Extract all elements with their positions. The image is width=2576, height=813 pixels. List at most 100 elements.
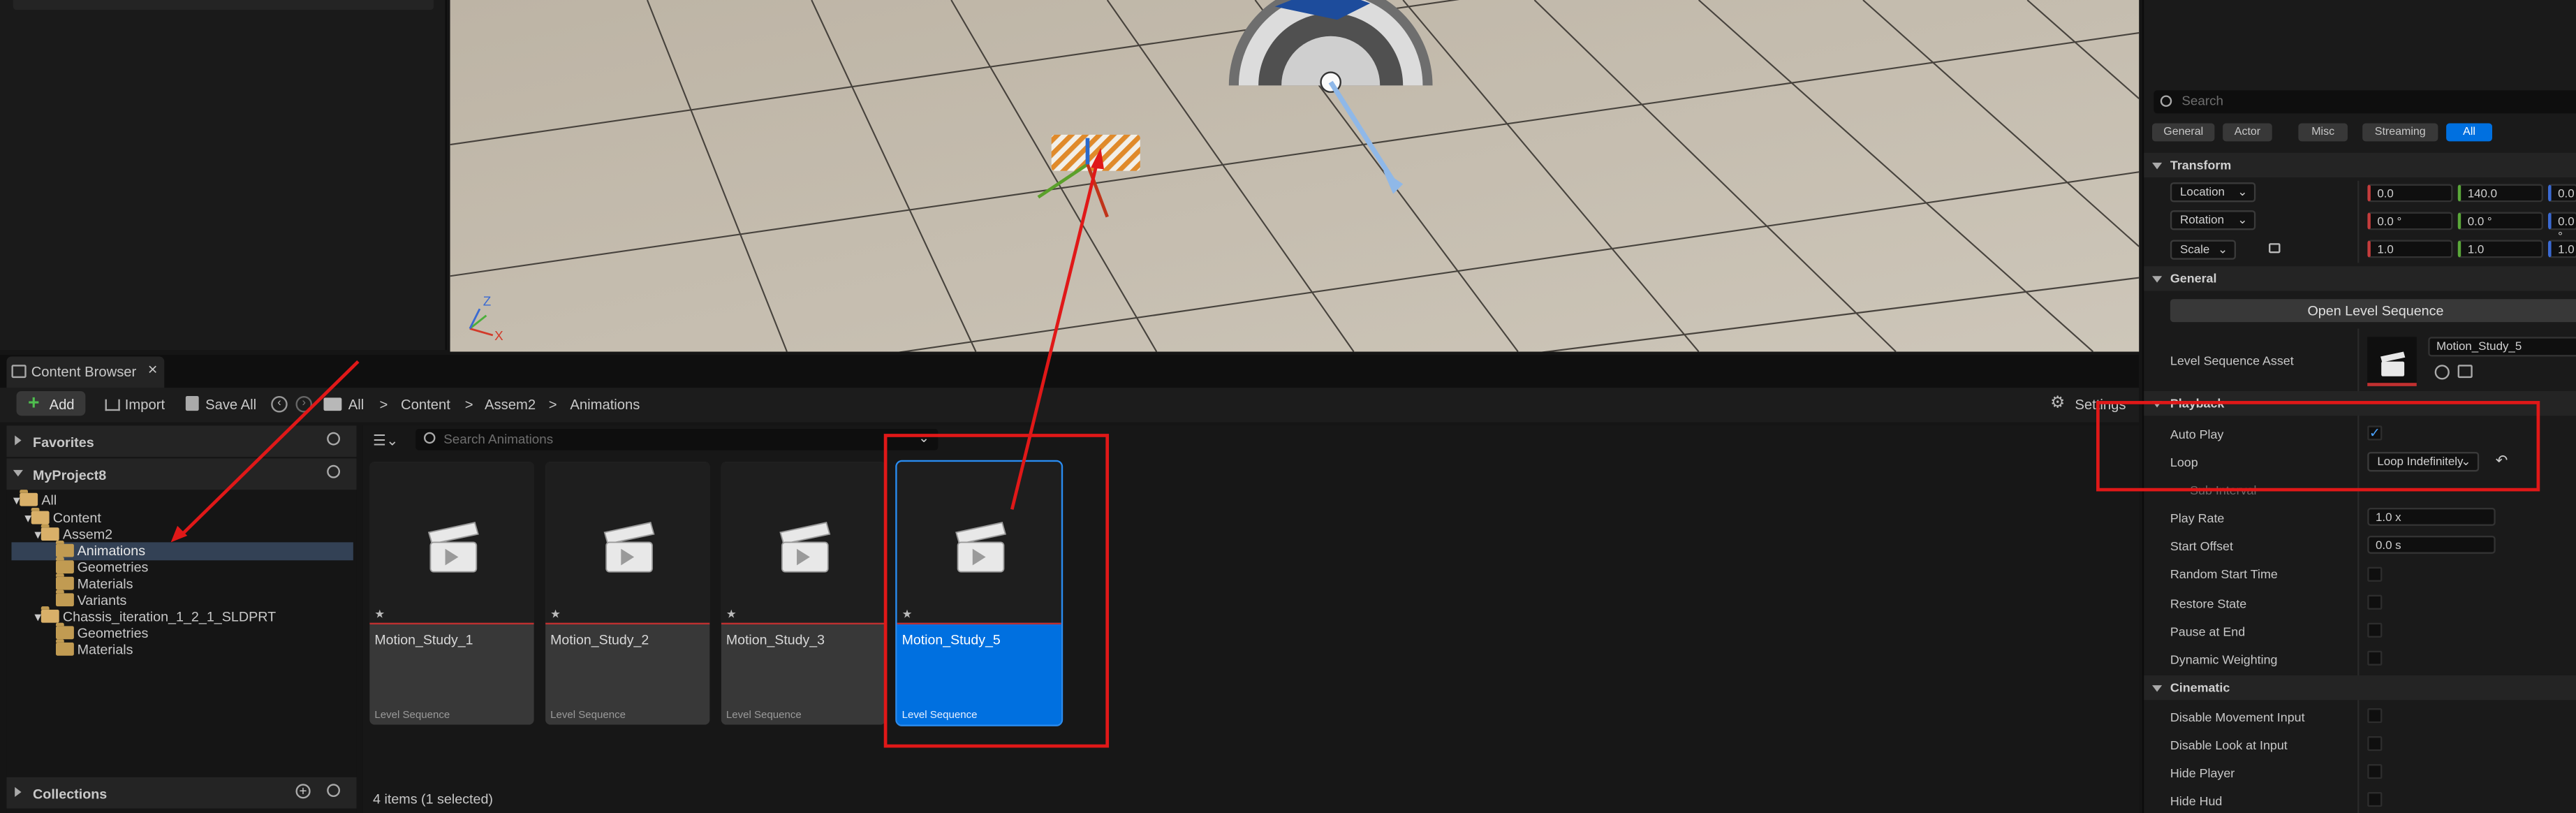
random-start-checkbox[interactable] xyxy=(2367,566,2383,582)
open-level-sequence-button[interactable]: Open Level Sequence xyxy=(2170,299,2576,323)
hide-player-checkbox[interactable] xyxy=(2367,763,2383,779)
tree-item-materials[interactable]: Materials xyxy=(55,639,133,657)
breadcrumb-content[interactable]: Content xyxy=(401,396,450,413)
plus-icon: + xyxy=(27,390,40,414)
dynamic-weighting-checkbox[interactable] xyxy=(2367,650,2383,666)
general-section[interactable]: General xyxy=(2144,266,2576,291)
chevron-down-icon[interactable]: ⌄ xyxy=(918,430,929,445)
tree-item-materials[interactable]: Materials xyxy=(55,573,133,592)
use-selected-icon[interactable] xyxy=(2434,365,2450,380)
tree-item-animations[interactable]: Animations xyxy=(55,541,145,559)
disable-look-checkbox[interactable] xyxy=(2367,736,2383,752)
settings-gear-icon[interactable]: ⚙ xyxy=(2050,395,2065,413)
import-button[interactable]: Import xyxy=(125,396,165,413)
scale-z[interactable]: 1.0 xyxy=(2548,240,2576,258)
hide-hud-checkbox[interactable] xyxy=(2367,791,2383,807)
play-rate-field[interactable]: 1.0 x xyxy=(2367,507,2496,526)
scale-x[interactable]: 1.0 xyxy=(2367,240,2453,258)
location-y[interactable]: 140.0 xyxy=(2457,184,2543,203)
tree-item-chassis[interactable]: ▾ Chassis_iteration_1_2_1_SLDPRT xyxy=(34,606,276,624)
project-header[interactable]: MyProject8 xyxy=(6,458,357,490)
tree-item-geometries[interactable]: Geometries xyxy=(55,622,148,641)
filter-all[interactable]: All xyxy=(2446,123,2493,142)
breadcrumb-assem2[interactable]: Assem2 xyxy=(485,396,536,413)
hide-hud-label: Hide Hud xyxy=(2170,793,2223,809)
location-dropdown[interactable]: Location ⌄ xyxy=(2170,182,2256,203)
lock-icon[interactable] xyxy=(2269,243,2281,254)
settings-button[interactable]: Settings xyxy=(2075,396,2126,413)
breadcrumb-sep: > xyxy=(548,395,557,413)
level-sequence-asset-picker[interactable]: Motion_Study_5 xyxy=(2428,337,2576,357)
add-button[interactable]: + Add xyxy=(16,390,86,416)
tree-item-all[interactable]: ▾ All xyxy=(13,490,57,508)
asset-name: Motion_Study_5 xyxy=(901,631,1001,647)
filter-misc[interactable]: Misc xyxy=(2298,123,2348,142)
details-search-input[interactable]: Search xyxy=(2154,90,2576,114)
location-z[interactable]: 0.0 xyxy=(2548,184,2576,203)
filter-actor[interactable]: Actor xyxy=(2223,123,2272,142)
asset-search-input[interactable]: Search Animations ⌄ xyxy=(415,429,939,451)
rotation-x[interactable]: 0.0 ° xyxy=(2367,212,2453,230)
add-collection-icon[interactable]: + xyxy=(295,784,311,799)
favorite-star-icon[interactable]: ★ xyxy=(374,608,385,621)
level-viewport[interactable]: Z X xyxy=(450,0,2140,352)
search-icon[interactable] xyxy=(327,432,341,446)
disable-look-label: Disable Look at Input xyxy=(2170,738,2288,753)
expand-arrow-icon[interactable] xyxy=(15,435,22,446)
asset-tile[interactable]: ★ Motion_Study_1 Level Sequence xyxy=(369,462,534,725)
favorite-star-icon[interactable]: ★ xyxy=(902,608,913,621)
rotation-label: Rotation xyxy=(2180,212,2225,227)
content-browser-tab[interactable]: Content Browser × xyxy=(6,356,165,388)
start-offset-field[interactable]: 0.0 s xyxy=(2367,535,2496,554)
search-icon[interactable] xyxy=(327,464,341,478)
filter-streaming[interactable]: Streaming xyxy=(2362,123,2438,142)
collections-header[interactable]: Collections + xyxy=(6,777,357,809)
dynamic-weighting-label: Dynamic Weighting xyxy=(2170,652,2278,668)
asset-tile[interactable]: ★ Motion_Study_2 Level Sequence xyxy=(545,462,710,725)
chevron-down-icon: ⌄ xyxy=(2237,212,2248,227)
history-forward-icon[interactable]: › xyxy=(295,395,313,413)
asset-name: Motion_Study_2 xyxy=(550,631,649,647)
auto-play-label: Auto Play xyxy=(2170,427,2224,442)
collections-label: Collections xyxy=(33,785,108,803)
loop-dropdown[interactable]: Loop Indefinitely ⌄ xyxy=(2367,451,2480,472)
reset-to-default-icon[interactable]: ↶ xyxy=(2496,452,2508,470)
outliner-row[interactable] xyxy=(13,0,434,10)
auto-play-checkbox[interactable]: ✓ xyxy=(2367,425,2383,441)
tree-item-variants[interactable]: Variants xyxy=(55,589,126,608)
history-back-icon[interactable]: ‹ xyxy=(271,395,288,413)
viewport-scene xyxy=(450,0,2140,352)
save-all-button[interactable]: Save All xyxy=(205,396,256,413)
close-tab-icon[interactable]: × xyxy=(148,362,158,380)
expand-arrow-icon[interactable] xyxy=(15,786,22,798)
scale-dropdown[interactable]: Scale ⌄ xyxy=(2170,240,2236,260)
location-x[interactable]: 0.0 xyxy=(2367,184,2453,203)
asset-search-placeholder: Search Animations xyxy=(443,432,554,447)
cinematic-section[interactable]: Cinematic xyxy=(2144,675,2576,701)
collapse-arrow-icon[interactable] xyxy=(13,469,23,477)
tree-item-assem2[interactable]: ▾ Assem2 xyxy=(34,524,112,542)
rotation-z[interactable]: 0.0 ° xyxy=(2548,212,2576,243)
search-icon[interactable] xyxy=(327,784,341,798)
rotation-dropdown[interactable]: Rotation ⌄ xyxy=(2170,210,2256,230)
disable-movement-checkbox[interactable] xyxy=(2367,708,2383,724)
asset-tile-selected[interactable]: ★ Motion_Study_5 Level Sequence xyxy=(895,460,1063,726)
favorites-header[interactable]: Favorites xyxy=(6,425,357,457)
scale-y[interactable]: 1.0 xyxy=(2457,240,2543,258)
filter-icon[interactable]: ☰⌄ xyxy=(373,432,399,451)
asset-tile[interactable]: ★ Motion_Study_3 Level Sequence xyxy=(721,462,886,725)
restore-state-checkbox[interactable] xyxy=(2367,594,2383,610)
favorite-star-icon[interactable]: ★ xyxy=(726,608,737,621)
breadcrumb-all[interactable]: All xyxy=(348,396,364,413)
rotation-y[interactable]: 0.0 ° xyxy=(2457,212,2543,230)
browse-icon[interactable] xyxy=(2457,365,2473,379)
asset-thumbnail[interactable] xyxy=(2367,337,2417,386)
transform-section[interactable]: Transform xyxy=(2144,152,2576,178)
pause-at-end-checkbox[interactable] xyxy=(2367,622,2383,638)
playback-section[interactable]: Playback xyxy=(2144,390,2576,416)
breadcrumb-animations[interactable]: Animations xyxy=(570,396,640,413)
tree-item-content[interactable]: ▾ Content xyxy=(24,507,101,526)
filter-general[interactable]: General xyxy=(2152,123,2215,142)
favorite-star-icon[interactable]: ★ xyxy=(550,608,561,621)
tree-item-geometries[interactable]: Geometries xyxy=(55,557,148,575)
